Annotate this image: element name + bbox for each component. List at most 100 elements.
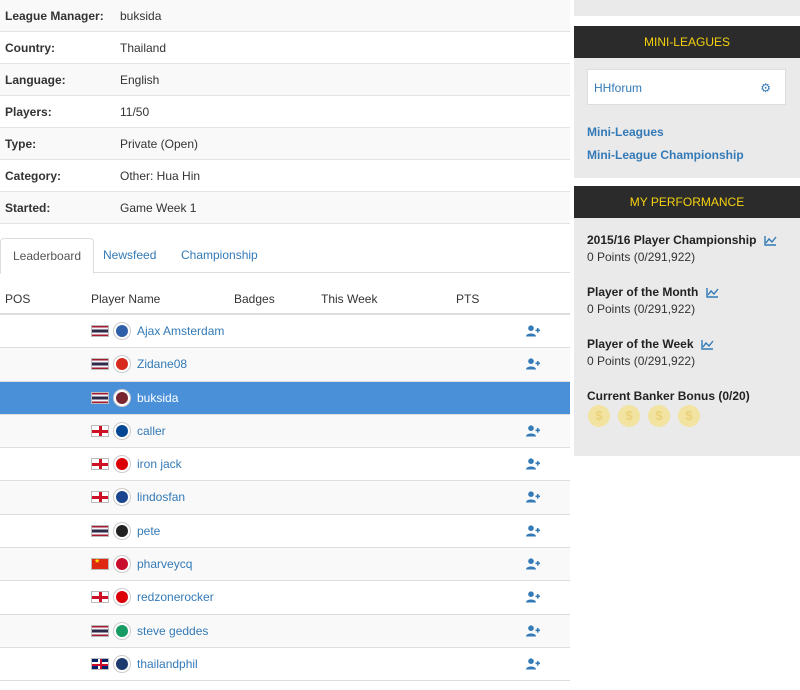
tab-championship[interactable]: Championship: [169, 238, 270, 273]
table-row: Zidane08: [0, 348, 570, 382]
table-row: Ajax Amsterdam: [0, 315, 570, 349]
tab-newsfeed[interactable]: Newsfeed: [91, 238, 168, 273]
info-row-type: Type: Private (Open): [0, 128, 570, 160]
club-badge-icon: [114, 622, 130, 639]
info-label: Players:: [5, 104, 52, 119]
flag-icon: [91, 458, 109, 471]
player-name-link[interactable]: buksida: [137, 391, 178, 405]
gear-icon[interactable]: ⚙: [760, 81, 771, 95]
player-name-link[interactable]: Zidane08: [137, 357, 187, 371]
flag-icon: [91, 491, 109, 504]
flag-icon: [91, 657, 109, 670]
player-name-link[interactable]: iron jack: [137, 457, 182, 471]
mini-leagues-link[interactable]: Mini-Leagues: [587, 125, 664, 139]
perf-championship-title: 2015/16 Player Championship: [587, 233, 777, 247]
add-user-icon[interactable]: [526, 425, 540, 437]
banker-coin-icon: $: [618, 405, 640, 427]
table-row: pete: [0, 514, 570, 549]
club-badge-icon: [114, 556, 130, 573]
sidebar-top-box: [574, 0, 800, 16]
info-row-manager: League Manager: buksida: [0, 0, 570, 32]
line-chart-icon[interactable]: [705, 287, 719, 299]
info-row-players: Players: 11/50: [0, 96, 570, 128]
add-user-icon[interactable]: [526, 625, 540, 637]
league-details-panel: League Manager: buksida Country: Thailan…: [0, 0, 570, 690]
perf-championship-label: 2015/16 Player Championship: [587, 233, 757, 247]
sidebar: MINI-LEAGUES HHforum ⚙ Mini-Leagues Mini…: [574, 0, 800, 690]
line-chart-icon[interactable]: [701, 339, 714, 351]
player-name-link[interactable]: caller: [137, 424, 166, 438]
add-user-icon[interactable]: [526, 358, 540, 370]
flag-icon: [91, 558, 109, 571]
flag-icon: [91, 358, 109, 371]
perf-week-label: Player of the Week: [587, 337, 694, 351]
table-row: redzonerocker: [0, 581, 570, 615]
club-badge-icon: [114, 356, 130, 373]
info-value: 11/50: [120, 104, 150, 119]
add-user-icon[interactable]: [526, 591, 540, 603]
add-user-icon[interactable]: [526, 658, 540, 670]
performance-header: MY PERFORMANCE: [574, 186, 800, 218]
league-info-table: League Manager: buksida Country: Thailan…: [0, 0, 570, 224]
table-row: steve geddes: [0, 614, 570, 648]
info-value: English: [120, 72, 160, 87]
info-label: Started:: [5, 200, 51, 215]
perf-week-value: 0 Points (0/291,922): [587, 354, 696, 368]
col-player-name: Player Name: [91, 292, 161, 306]
mini-league-championship-link[interactable]: Mini-League Championship: [587, 148, 744, 162]
flag-icon: [91, 591, 109, 604]
perf-month-label: Player of the Month: [587, 285, 699, 299]
table-row: thailandphil: [0, 647, 570, 682]
table-row: caller: [0, 414, 570, 449]
player-name-link[interactable]: Ajax Amsterdam: [137, 324, 224, 338]
banker-coin-icon: $: [648, 405, 670, 427]
flag-icon: [91, 624, 109, 637]
flag-icon: [91, 325, 109, 337]
player-name-link[interactable]: lindosfan: [137, 490, 185, 504]
col-pts: PTS: [456, 292, 480, 306]
leaderboard-rows: Ajax Amsterdam Zidane08 buksida caller iron …: [0, 315, 570, 682]
info-row-language: Language: English: [0, 64, 570, 96]
info-label: Language:: [5, 72, 66, 87]
tab-leaderboard[interactable]: Leaderboard: [0, 238, 95, 274]
flag-icon: [91, 391, 109, 404]
line-chart-icon[interactable]: [764, 235, 777, 247]
add-user-icon[interactable]: [526, 558, 540, 570]
flag-icon: [91, 424, 109, 437]
table-row: lindosfan: [0, 481, 570, 515]
club-badge-icon: [114, 589, 130, 606]
player-name-link[interactable]: steve geddes: [137, 624, 208, 638]
info-value: Thailand: [120, 40, 167, 55]
player-name-link[interactable]: thailandphil: [137, 657, 198, 671]
perf-month-value: 0 Points (0/291,922): [587, 302, 696, 316]
perf-week-title: Player of the Week: [587, 337, 714, 351]
club-badge-icon: [114, 422, 130, 439]
club-badge-icon: [114, 389, 130, 406]
col-badges: Badges: [234, 292, 275, 306]
mini-league-name[interactable]: HHforum: [594, 81, 642, 95]
info-value: Game Week 1: [120, 200, 197, 215]
perf-championship-value: 0 Points (0/291,922): [587, 250, 696, 264]
banker-bonus-title: Current Banker Bonus (0/20): [587, 389, 750, 403]
add-user-icon[interactable]: [526, 325, 540, 337]
info-label: Category:: [5, 168, 62, 183]
player-name-link[interactable]: pete: [137, 524, 160, 538]
banker-coin-icon: $: [678, 405, 700, 427]
add-user-icon[interactable]: [526, 491, 540, 503]
flag-icon: [91, 524, 109, 537]
club-badge-icon: [114, 489, 130, 506]
info-row-country: Country: Thailand: [0, 32, 570, 64]
add-user-icon[interactable]: [526, 525, 540, 537]
table-row: buksida: [0, 381, 570, 415]
player-name-link[interactable]: pharveycq: [137, 557, 192, 571]
info-value: Private (Open): [120, 136, 199, 151]
player-name-link[interactable]: redzonerocker: [137, 590, 214, 604]
mini-league-item[interactable]: HHforum ⚙: [587, 69, 786, 105]
club-badge-icon: [114, 323, 130, 339]
info-value: buksida: [120, 8, 162, 23]
perf-month-title: Player of the Month: [587, 285, 719, 299]
info-row-started: Started: Game Week 1: [0, 192, 570, 224]
info-label: Type:: [5, 136, 37, 151]
club-badge-icon: [114, 522, 130, 539]
add-user-icon[interactable]: [526, 458, 540, 470]
